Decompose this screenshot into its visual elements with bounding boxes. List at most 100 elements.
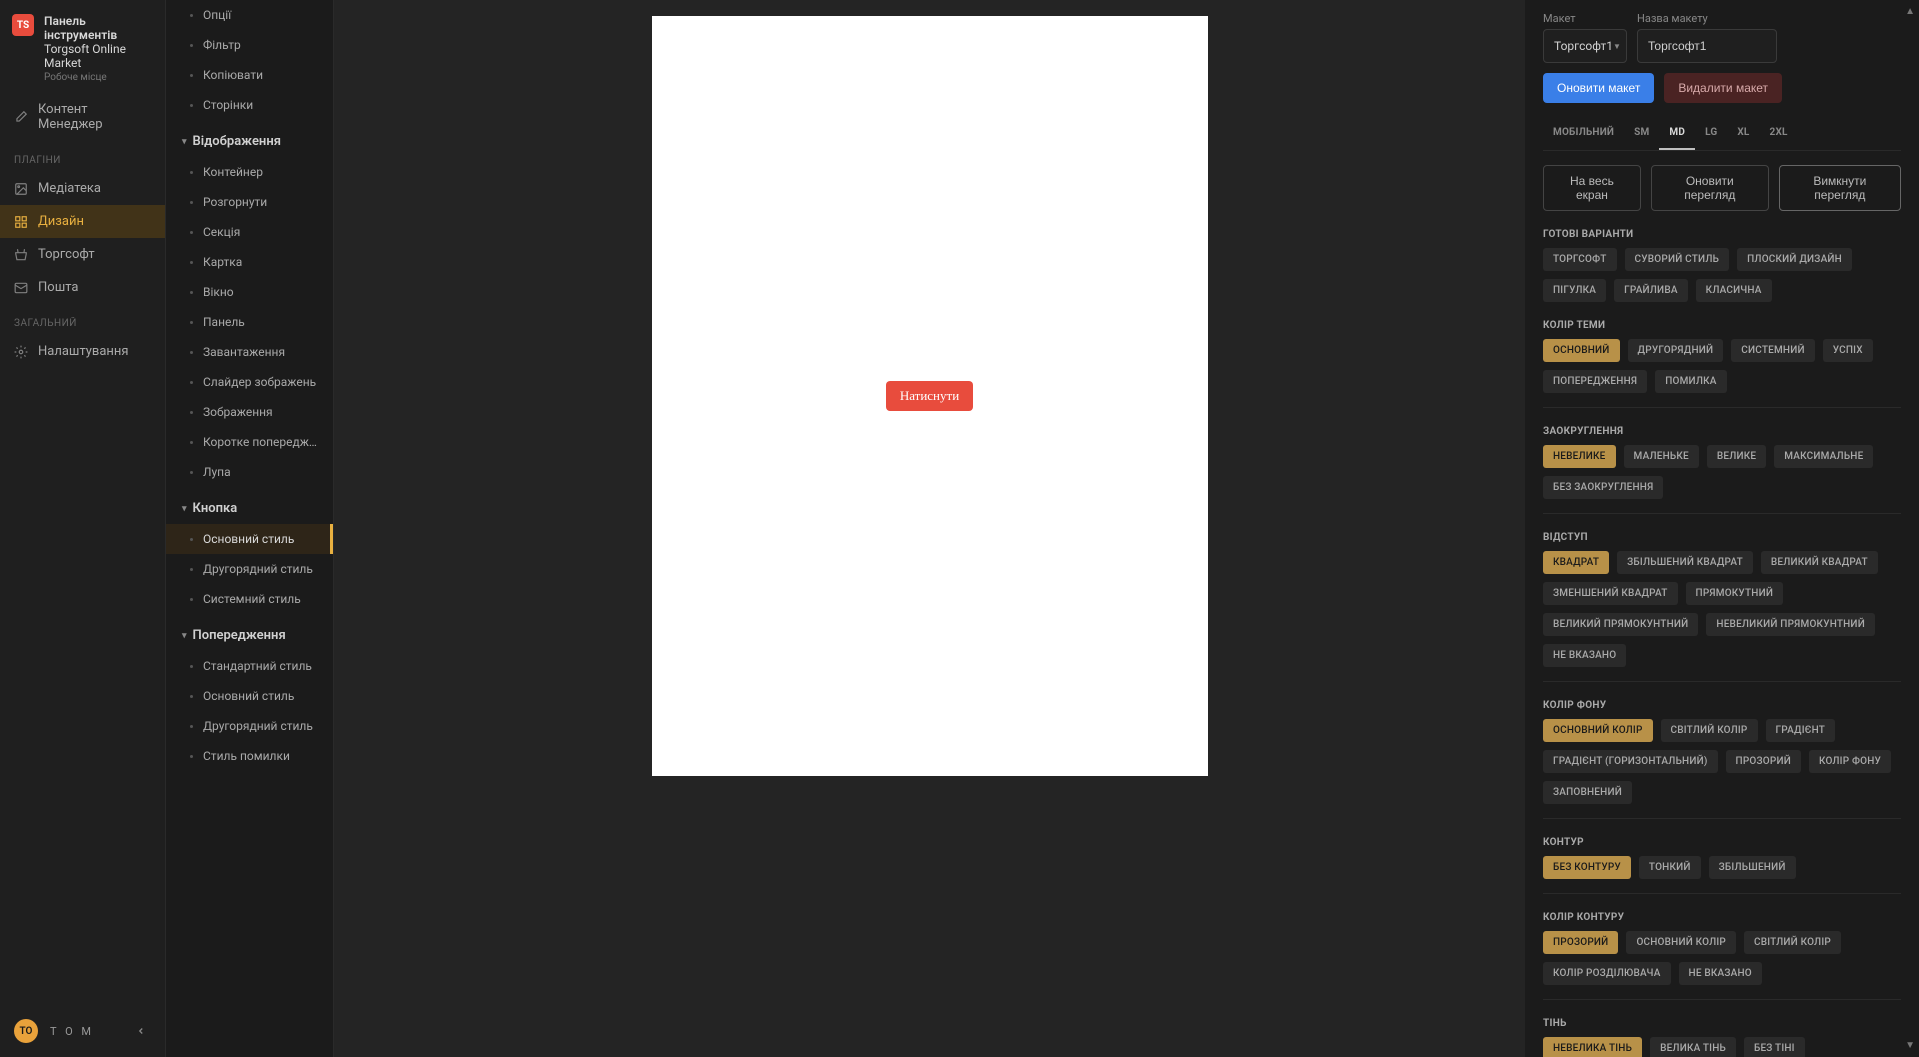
preview-toolbar-button[interactable]: Оновити перегляд bbox=[1651, 165, 1769, 211]
nav-media[interactable]: Медіатека bbox=[0, 172, 165, 205]
tree-item[interactable]: Фільтр bbox=[166, 30, 333, 60]
style-chip[interactable]: ТОНКИЙ bbox=[1639, 856, 1701, 879]
tree-item[interactable]: Основний стиль bbox=[166, 524, 333, 554]
style-chip[interactable]: КОЛІР РОЗДІЛЮВАЧА bbox=[1543, 962, 1671, 985]
style-chip[interactable]: МАЛЕНЬКЕ bbox=[1624, 445, 1699, 468]
scroll-down-indicator[interactable]: ▼ bbox=[1905, 1040, 1915, 1051]
style-chip[interactable]: НЕ ВКАЗАНО bbox=[1543, 644, 1626, 667]
chevron-down-icon: ▾ bbox=[182, 137, 187, 147]
chip-row: ОСНОВНИЙ КОЛІР СВІТЛИЙ КОЛІР ГРАДІЄНТ ГРАДІ… bbox=[1543, 719, 1901, 804]
nav-mail[interactable]: Пошта bbox=[0, 271, 165, 304]
tree-item[interactable]: Копіювати bbox=[166, 60, 333, 90]
tree-item[interactable]: Лупа bbox=[166, 457, 333, 487]
preview-toolbar-button[interactable]: Вимкнути перегляд bbox=[1779, 165, 1901, 211]
style-chip[interactable]: ПОМИЛКА bbox=[1655, 370, 1726, 393]
avatar[interactable]: TO bbox=[14, 1019, 38, 1043]
style-chip[interactable]: НЕВЕЛИКИЙ ПРЯМОКУНТНИЙ bbox=[1706, 613, 1875, 636]
nav-design[interactable]: Дизайн bbox=[0, 205, 165, 238]
chip-row: ПРОЗОРИЙ ОСНОВНИЙ КОЛІР СВІТЛИЙ КОЛІР КОЛІР… bbox=[1543, 931, 1901, 985]
style-chip[interactable]: ТОРГСОФТ bbox=[1543, 248, 1617, 271]
breakpoint-tab[interactable]: LG bbox=[1695, 117, 1727, 150]
tree-item[interactable]: Завантаження bbox=[166, 337, 333, 367]
style-chip[interactable]: БЕЗ ЗАОКРУГЛЕННЯ bbox=[1543, 476, 1663, 499]
tree-item[interactable]: Стиль помилки bbox=[166, 741, 333, 771]
bullet-icon bbox=[190, 471, 193, 474]
style-chip[interactable]: НЕВЕЛИКА ТІНЬ bbox=[1543, 1037, 1642, 1057]
tree-item[interactable]: Зображення bbox=[166, 397, 333, 427]
tree-item[interactable]: Контейнер bbox=[166, 157, 333, 187]
style-chip[interactable]: МАКСИМАЛЬНЕ bbox=[1774, 445, 1873, 468]
tree-group[interactable]: ▾Відображення bbox=[166, 120, 333, 157]
style-chip[interactable]: ВЕЛИКИЙ ПРЯМОКУНТНИЙ bbox=[1543, 613, 1698, 636]
style-chip[interactable]: ЗМЕНШЕНИЙ КВАДРАТ bbox=[1543, 582, 1678, 605]
tree-item[interactable]: Коротке попередження bbox=[166, 427, 333, 457]
tree-item[interactable]: Основний стиль bbox=[166, 681, 333, 711]
style-chip[interactable]: ПРОЗОРИЙ bbox=[1726, 750, 1801, 773]
tree-item[interactable]: Опції bbox=[166, 0, 333, 30]
style-chip[interactable]: НЕВЕЛИКЕ bbox=[1543, 445, 1616, 468]
tree-item[interactable]: Вікно bbox=[166, 277, 333, 307]
style-chip[interactable]: ВЕЛИКИЙ КВАДРАТ bbox=[1761, 551, 1878, 574]
scroll-up-indicator[interactable]: ▲ bbox=[1905, 6, 1915, 17]
tree-item[interactable]: Другорядний стиль bbox=[166, 554, 333, 584]
style-chip[interactable]: ПОПЕРЕДЖЕННЯ bbox=[1543, 370, 1647, 393]
style-chip[interactable]: ЗБІЛЬШЕНИЙ КВАДРАТ bbox=[1617, 551, 1753, 574]
style-chip[interactable]: КОЛІР ФОНУ bbox=[1809, 750, 1891, 773]
bullet-icon bbox=[190, 74, 193, 77]
style-chip[interactable]: ОСНОВНИЙ КОЛІР bbox=[1626, 931, 1736, 954]
tree-item[interactable]: Системний стиль bbox=[166, 584, 333, 614]
collapse-sidebar-button[interactable] bbox=[131, 1021, 151, 1041]
tree-item[interactable]: Стандартний стиль bbox=[166, 651, 333, 681]
tree-item[interactable]: Розгорнути bbox=[166, 187, 333, 217]
section-title: ГОТОВІ ВАРІАНТИ bbox=[1543, 229, 1901, 240]
tree-item-label: Стиль помилки bbox=[203, 749, 319, 763]
style-chip[interactable]: ПРОЗОРИЙ bbox=[1543, 931, 1618, 954]
style-chip[interactable]: ВЕЛИКА ТІНЬ bbox=[1650, 1037, 1736, 1057]
tree-item[interactable]: Другорядний стиль bbox=[166, 711, 333, 741]
breakpoint-tab[interactable]: SM bbox=[1624, 117, 1659, 150]
style-chip[interactable]: ЗАПОВНЕНИЙ bbox=[1543, 781, 1632, 804]
update-layout-button[interactable]: Оновити макет bbox=[1543, 73, 1654, 103]
style-chip[interactable]: ОСНОВНИЙ bbox=[1543, 339, 1620, 362]
tree-item[interactable]: Картка bbox=[166, 247, 333, 277]
delete-layout-button[interactable]: Видалити макет bbox=[1664, 73, 1782, 103]
style-chip[interactable]: ПРЯМОКУТНИЙ bbox=[1686, 582, 1784, 605]
tree-group[interactable]: ▾Попередження bbox=[166, 614, 333, 651]
style-chip[interactable]: ГРАДІЄНТ bbox=[1766, 719, 1836, 742]
style-chip[interactable]: СИСТЕМНИЙ bbox=[1731, 339, 1814, 362]
style-chip[interactable]: ГРАДІЄНТ (ГОРИЗОНТАЛЬНИЙ) bbox=[1543, 750, 1718, 773]
layout-name-input[interactable] bbox=[1637, 29, 1777, 63]
style-chip[interactable]: ДРУГОРЯДНИЙ bbox=[1628, 339, 1724, 362]
nav-torgsoft[interactable]: Торгсофт bbox=[0, 238, 165, 271]
tree-item[interactable]: Сторінки bbox=[166, 90, 333, 120]
nav-section-general: ЗАГАЛЬНИЙ bbox=[0, 304, 165, 335]
style-chip[interactable]: СВІТЛИЙ КОЛІР bbox=[1661, 719, 1758, 742]
nav-settings[interactable]: Налаштування bbox=[0, 335, 165, 368]
tree-group[interactable]: ▾Кнопка bbox=[166, 487, 333, 524]
style-chip[interactable]: УСПІХ bbox=[1823, 339, 1873, 362]
style-chip[interactable]: ПЛОСКИЙ ДИЗАЙН bbox=[1737, 248, 1852, 271]
tree-item[interactable]: Секція bbox=[166, 217, 333, 247]
style-chip[interactable]: ЗБІЛЬШЕНИЙ bbox=[1709, 856, 1796, 879]
style-chip[interactable]: БЕЗ КОНТУРУ bbox=[1543, 856, 1631, 879]
style-chip[interactable]: ВЕЛИКЕ bbox=[1707, 445, 1766, 468]
demo-button[interactable]: Натиснути bbox=[886, 381, 973, 411]
nav-content-manager[interactable]: Контент Менеджер bbox=[0, 93, 165, 141]
style-chip[interactable]: БЕЗ ТІНІ bbox=[1744, 1037, 1805, 1057]
tree-item[interactable]: Слайдер зображень bbox=[166, 367, 333, 397]
breakpoint-tab[interactable]: MD bbox=[1659, 117, 1695, 150]
style-chip[interactable]: КВАДРАТ bbox=[1543, 551, 1609, 574]
style-chip[interactable]: СУВОРИЙ СТИЛЬ bbox=[1625, 248, 1730, 271]
layout-select[interactable]: Торгсофт1 ▼ bbox=[1543, 29, 1627, 63]
style-chip[interactable]: КЛАСИЧНА bbox=[1696, 279, 1772, 302]
breakpoint-tab[interactable]: 2XL bbox=[1760, 117, 1798, 150]
breakpoint-tab[interactable]: XL bbox=[1727, 117, 1759, 150]
tree-item[interactable]: Панель bbox=[166, 307, 333, 337]
style-chip[interactable]: ГРАЙЛИВА bbox=[1614, 279, 1688, 302]
style-chip[interactable]: ПІГУЛКА bbox=[1543, 279, 1606, 302]
style-chip[interactable]: СВІТЛИЙ КОЛІР bbox=[1744, 931, 1841, 954]
style-chip[interactable]: ОСНОВНИЙ КОЛІР bbox=[1543, 719, 1653, 742]
preview-toolbar-button[interactable]: На весь екран bbox=[1543, 165, 1641, 211]
style-chip[interactable]: НЕ ВКАЗАНО bbox=[1679, 962, 1762, 985]
breakpoint-tab[interactable]: МОБІЛЬНИЙ bbox=[1543, 117, 1624, 150]
